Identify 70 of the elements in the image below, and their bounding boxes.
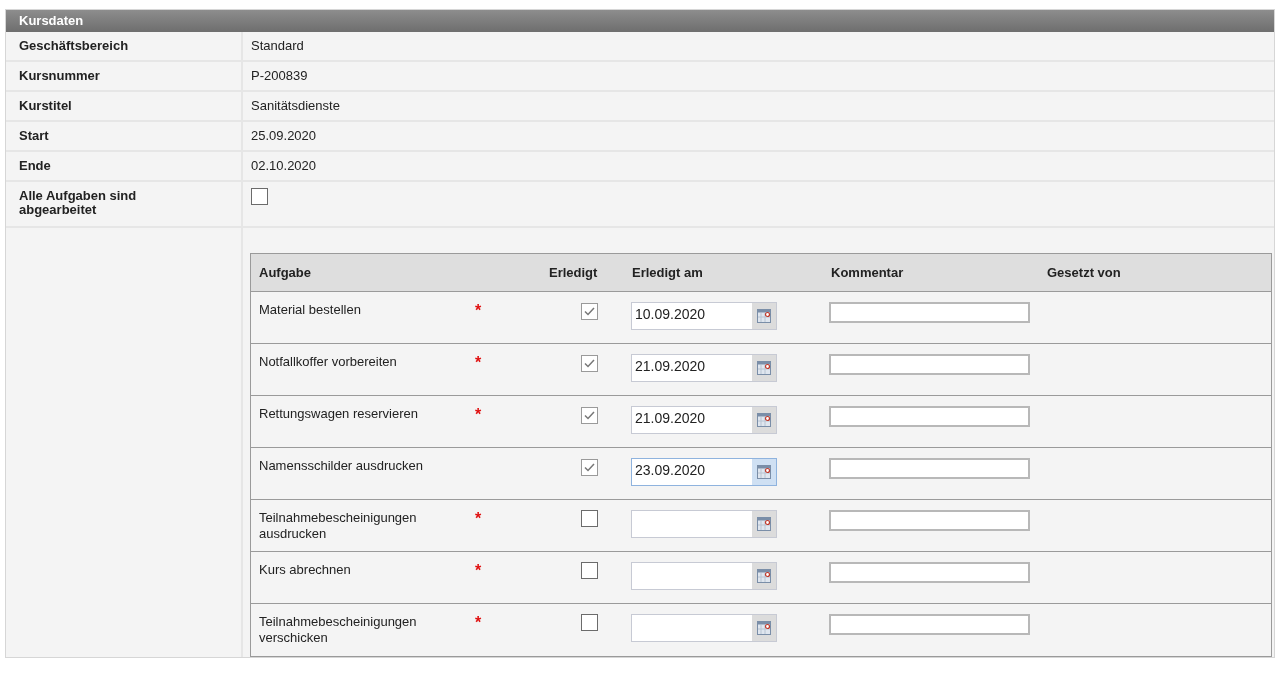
- comment-field[interactable]: [829, 510, 1030, 531]
- date-field[interactable]: [631, 614, 777, 642]
- field-label: Kurstitel: [19, 97, 72, 116]
- calendar-icon: [757, 517, 771, 531]
- date-field[interactable]: 10.09.2020: [631, 302, 777, 330]
- date-field[interactable]: [631, 510, 777, 538]
- comment-field[interactable]: [829, 614, 1030, 635]
- task-name: Namensschilder ausdrucken: [259, 458, 425, 474]
- required-mark: *: [475, 302, 482, 319]
- field-label: Ende: [19, 157, 51, 176]
- comment-field[interactable]: [829, 562, 1030, 583]
- column-header: Erledigt: [549, 263, 599, 282]
- checkbox[interactable]: [251, 188, 268, 205]
- checkmark-icon: [584, 411, 595, 420]
- checkbox[interactable]: [581, 355, 598, 372]
- calendar-icon: [757, 465, 771, 479]
- date-field[interactable]: 23.09.2020: [631, 458, 777, 486]
- field-label: Geschäftsbereich: [19, 37, 129, 56]
- column-header: Gesetzt von: [1046, 263, 1121, 282]
- required-mark: *: [475, 614, 482, 631]
- date-field[interactable]: 21.09.2020: [631, 406, 777, 434]
- calendar-button[interactable]: [752, 615, 776, 641]
- checkmark-icon: [584, 463, 595, 472]
- comment-field[interactable]: [829, 406, 1030, 427]
- task-name: Material bestellen: [259, 302, 362, 318]
- checkbox[interactable]: [581, 510, 598, 527]
- checkmark-icon: [584, 307, 595, 316]
- field-value: 02.10.2020: [251, 157, 317, 176]
- checkmark-icon: [584, 359, 595, 368]
- checkbox[interactable]: [581, 614, 598, 631]
- calendar-button[interactable]: [752, 407, 776, 433]
- panel-title: Kursdaten: [19, 12, 84, 31]
- field-label: Start: [19, 127, 49, 146]
- column-header: Kommentar: [830, 263, 905, 282]
- calendar-button[interactable]: [752, 563, 776, 589]
- checkbox[interactable]: [581, 459, 598, 476]
- calendar-icon: [757, 309, 771, 323]
- calendar-icon: [757, 361, 771, 375]
- column-header: Erledigt am: [631, 263, 704, 282]
- field-value: Standard: [251, 37, 304, 56]
- field-value: Sanitätsdienste: [251, 97, 340, 116]
- checkbox[interactable]: [581, 562, 598, 579]
- task-name: Teilnahmebescheinigungen verschicken: [259, 614, 418, 646]
- required-mark: *: [475, 406, 482, 423]
- date-field[interactable]: [631, 562, 777, 590]
- calendar-button[interactable]: [752, 303, 776, 329]
- field-label: Kursnummer: [19, 67, 100, 86]
- checkbox[interactable]: [581, 407, 598, 424]
- date-field[interactable]: 21.09.2020: [631, 354, 777, 382]
- calendar-icon: [757, 621, 771, 635]
- comment-field[interactable]: [829, 302, 1030, 323]
- required-mark: *: [475, 562, 482, 579]
- field-label: Alle Aufgaben sind abgearbeitet: [19, 189, 138, 217]
- required-mark: *: [475, 354, 482, 371]
- field-value: 25.09.2020: [251, 127, 317, 146]
- calendar-icon: [757, 569, 771, 583]
- calendar-button[interactable]: [752, 355, 776, 381]
- task-name: Rettungswagen reservieren: [259, 406, 419, 422]
- calendar-icon: [757, 413, 771, 427]
- required-mark: *: [475, 510, 482, 527]
- task-name: Teilnahmebescheinigungen ausdrucken: [259, 510, 418, 542]
- task-name: Notfallkoffer vorbereiten: [259, 354, 398, 370]
- field-value: P-200839: [251, 67, 308, 86]
- calendar-button[interactable]: [752, 511, 776, 537]
- column-header: Aufgabe: [258, 263, 312, 282]
- task-name: Kurs abrechnen: [259, 562, 352, 578]
- checkbox[interactable]: [581, 303, 598, 320]
- comment-field[interactable]: [829, 458, 1030, 479]
- comment-field[interactable]: [829, 354, 1030, 375]
- calendar-button[interactable]: [752, 459, 776, 485]
